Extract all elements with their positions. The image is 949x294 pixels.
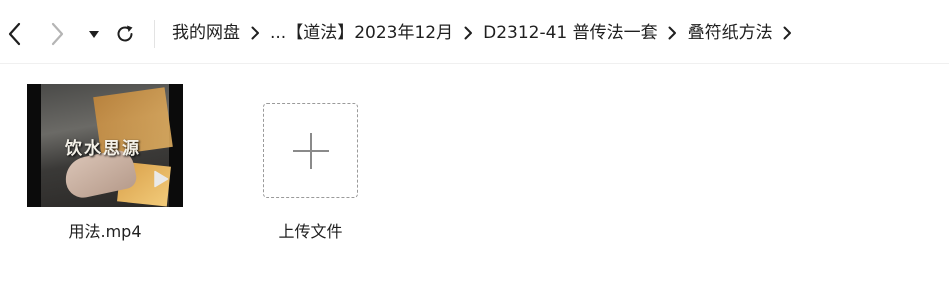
breadcrumb-separator <box>776 20 800 46</box>
back-button[interactable] <box>0 18 28 50</box>
chevron-right-icon <box>464 26 472 40</box>
upload-file-label[interactable]: 上传文件 <box>253 218 368 242</box>
refresh-icon <box>117 25 133 42</box>
breadcrumb-item-my-drive[interactable]: 我的网盘 <box>172 20 240 46</box>
breadcrumb-item-current-folder[interactable]: 叠符纸方法 <box>688 20 773 46</box>
toolbar-divider <box>154 20 155 48</box>
breadcrumb-separator <box>456 20 480 46</box>
thumbnail-caption: 饮水思源 <box>65 139 141 159</box>
breadcrumb-separator <box>661 20 685 46</box>
forward-button[interactable] <box>44 18 72 50</box>
history-dropdown-button[interactable] <box>82 18 106 50</box>
chevron-right-icon <box>51 22 64 46</box>
breadcrumb-separator <box>243 20 267 46</box>
chevron-right-icon <box>783 26 792 40</box>
breadcrumb-item-d2312-41[interactable]: D2312-41 普传法一套 <box>483 20 658 46</box>
caret-down-icon <box>89 31 99 38</box>
upload-file-button[interactable] <box>263 103 358 198</box>
breadcrumb-item-ellipsis[interactable]: ... <box>270 20 286 46</box>
chevron-left-icon <box>8 22 21 46</box>
file-name[interactable]: 用法.mp4 <box>27 218 183 242</box>
play-icon <box>154 170 169 188</box>
toolbar: 我的网盘 ... 【道法】2023年12月 D2312-41 普传法一套 叠符纸… <box>0 0 949 64</box>
plus-icon <box>292 132 329 169</box>
breadcrumb-item-daofa-2023-12[interactable]: 【道法】2023年12月 <box>286 20 453 46</box>
breadcrumb: 我的网盘 ... 【道法】2023年12月 D2312-41 普传法一套 叠符纸… <box>172 20 803 46</box>
video-file-thumbnail[interactable]: 饮水思源 <box>27 84 183 207</box>
chevron-right-icon <box>668 26 677 40</box>
chevron-right-icon <box>251 26 259 40</box>
refresh-button[interactable] <box>111 18 139 50</box>
